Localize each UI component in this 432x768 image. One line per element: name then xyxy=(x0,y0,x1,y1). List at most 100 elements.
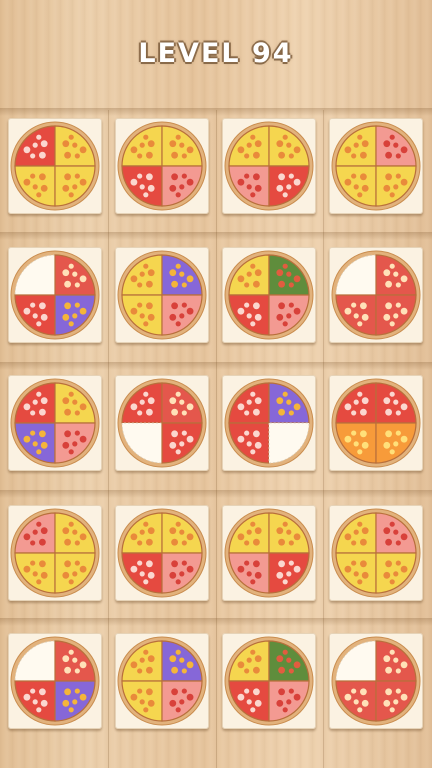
pizza-card[interactable] xyxy=(329,505,423,601)
pizza-slice-orange[interactable] xyxy=(335,422,377,464)
pizza-slice-tomato[interactable] xyxy=(375,254,417,296)
pizza-slice-empty[interactable] xyxy=(121,422,163,464)
pizza-card[interactable] xyxy=(222,375,316,471)
pizza-slice-tomato[interactable] xyxy=(375,294,417,336)
pizza-slice-purple[interactable] xyxy=(54,294,96,336)
pizza-slice-pink[interactable] xyxy=(228,165,270,207)
pizza-slice-cheese[interactable] xyxy=(228,640,270,682)
pizza-card[interactable] xyxy=(8,247,102,343)
pizza-slice-salami[interactable] xyxy=(335,382,377,424)
pizza-slice-salami[interactable] xyxy=(121,382,163,424)
pizza-slice-pink[interactable] xyxy=(161,680,203,722)
pizza-slice-cheese[interactable] xyxy=(121,254,163,296)
pizza-slice-cheese[interactable] xyxy=(161,512,203,554)
pizza-slice-cheese[interactable] xyxy=(228,512,270,554)
pizza-slice-cheese[interactable] xyxy=(121,125,163,167)
pizza-slice-empty[interactable] xyxy=(14,254,56,296)
pizza-card[interactable] xyxy=(222,118,316,214)
pizza-slice-tomato[interactable] xyxy=(375,680,417,722)
pizza-slice-cheese[interactable] xyxy=(54,165,96,207)
pizza-slice-cheese[interactable] xyxy=(121,640,163,682)
pizza-slice-green[interactable] xyxy=(268,254,310,296)
pizza-slice-tomato[interactable] xyxy=(54,254,96,296)
pizza-slice-salami[interactable] xyxy=(228,382,270,424)
pizza-slice-salami[interactable] xyxy=(121,552,163,594)
pizza-slice-purple[interactable] xyxy=(54,680,96,722)
pizza-slice-pink[interactable] xyxy=(375,512,417,554)
pizza-card[interactable] xyxy=(8,633,102,729)
pizza-slice-tomato[interactable] xyxy=(335,294,377,336)
pizza-slice-cheese[interactable] xyxy=(228,125,270,167)
pizza-slice-green[interactable] xyxy=(268,640,310,682)
pizza-slice-empty[interactable] xyxy=(335,254,377,296)
pizza-slice-salami[interactable] xyxy=(228,422,270,464)
pizza-slice-cheese[interactable] xyxy=(335,165,377,207)
pizza-card[interactable] xyxy=(329,375,423,471)
pizza-card[interactable] xyxy=(329,118,423,214)
pizza-slice-cheese[interactable] xyxy=(268,512,310,554)
pizza-slice-cheese[interactable] xyxy=(54,552,96,594)
pizza-slice-cheese[interactable] xyxy=(268,125,310,167)
pizza-slice-pink[interactable] xyxy=(161,165,203,207)
pizza-card[interactable] xyxy=(115,633,209,729)
pizza-card[interactable] xyxy=(115,118,209,214)
pizza-slice-salami[interactable] xyxy=(228,294,270,336)
pizza-slice-salami[interactable] xyxy=(14,680,56,722)
pizza-slice-cheese[interactable] xyxy=(335,512,377,554)
pizza-slice-salami[interactable] xyxy=(121,165,163,207)
pizza-slice-cheese[interactable] xyxy=(54,382,96,424)
pizza-slice-salami[interactable] xyxy=(268,165,310,207)
pizza-slice-cheese[interactable] xyxy=(54,512,96,554)
pizza-slice-pink[interactable] xyxy=(375,125,417,167)
pizza-slice-empty[interactable] xyxy=(14,640,56,682)
pizza-slice-orange[interactable] xyxy=(375,422,417,464)
pizza-slice-salami[interactable] xyxy=(228,680,270,722)
pizza-card[interactable] xyxy=(329,633,423,729)
pizza-slice-cheese[interactable] xyxy=(121,294,163,336)
pizza-slice-cheese[interactable] xyxy=(335,125,377,167)
pizza-card[interactable] xyxy=(329,247,423,343)
pizza-slice-empty[interactable] xyxy=(268,422,310,464)
pizza-slice-salami[interactable] xyxy=(14,294,56,336)
pizza-slice-pink[interactable] xyxy=(54,422,96,464)
pizza-slice-empty[interactable] xyxy=(335,640,377,682)
pizza-card[interactable] xyxy=(222,247,316,343)
pizza-slice-pink[interactable] xyxy=(268,680,310,722)
pizza-slice-salami[interactable] xyxy=(161,422,203,464)
pizza-slice-salami[interactable] xyxy=(14,125,56,167)
pizza-slice-salami[interactable] xyxy=(268,552,310,594)
pizza-slice-tomato[interactable] xyxy=(161,382,203,424)
pizza-slice-cheese[interactable] xyxy=(54,125,96,167)
pizza-card[interactable] xyxy=(115,247,209,343)
pizza-slice-tomato[interactable] xyxy=(375,640,417,682)
pizza-slice-cheese[interactable] xyxy=(121,512,163,554)
pizza-card[interactable] xyxy=(8,505,102,601)
pizza-slice-cheese[interactable] xyxy=(14,552,56,594)
pizza-slice-pink[interactable] xyxy=(228,552,270,594)
pizza-slice-cheese[interactable] xyxy=(14,165,56,207)
pizza-card[interactable] xyxy=(222,633,316,729)
pizza-slice-purple[interactable] xyxy=(14,422,56,464)
pizza-slice-pink[interactable] xyxy=(161,294,203,336)
pizza-slice-tomato[interactable] xyxy=(54,640,96,682)
pizza-slice-cheese[interactable] xyxy=(375,552,417,594)
pizza-slice-pink[interactable] xyxy=(14,512,56,554)
pizza-card[interactable] xyxy=(8,375,102,471)
pizza-slice-cheese[interactable] xyxy=(121,680,163,722)
pizza-slice-purple[interactable] xyxy=(161,640,203,682)
pizza-slice-salami[interactable] xyxy=(375,382,417,424)
pizza-slice-cheese[interactable] xyxy=(228,254,270,296)
pizza-slice-cheese[interactable] xyxy=(335,552,377,594)
pizza-slice-purple[interactable] xyxy=(268,382,310,424)
pizza-slice-purple[interactable] xyxy=(161,254,203,296)
pizza-card[interactable] xyxy=(222,505,316,601)
pizza-card[interactable] xyxy=(115,505,209,601)
pizza-slice-tomato[interactable] xyxy=(335,680,377,722)
pizza-slice-pink[interactable] xyxy=(161,552,203,594)
pizza-slice-pink[interactable] xyxy=(268,294,310,336)
pizza-card[interactable] xyxy=(115,375,209,471)
pizza-slice-salami[interactable] xyxy=(14,382,56,424)
pizza-slice-cheese[interactable] xyxy=(375,165,417,207)
pizza-slice-cheese[interactable] xyxy=(161,125,203,167)
pizza-card[interactable] xyxy=(8,118,102,214)
